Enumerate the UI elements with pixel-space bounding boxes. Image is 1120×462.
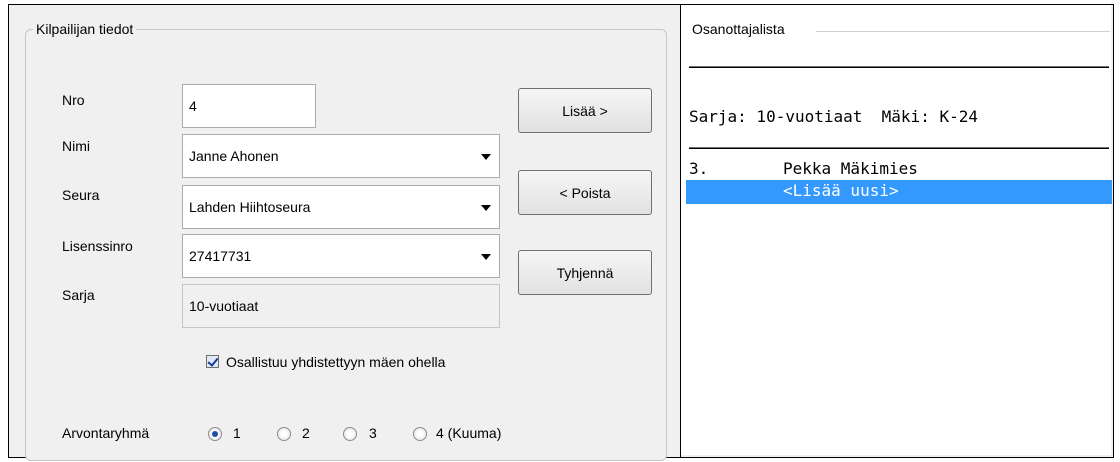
sarja-value: 10-vuotiaat: [189, 298, 259, 314]
radio-1-label[interactable]: 1: [233, 425, 241, 441]
chevron-down-icon[interactable]: [481, 154, 491, 160]
radio-2[interactable]: [277, 427, 291, 441]
title-rule: [816, 31, 1110, 32]
group-title: Kilpailijan tiedot: [33, 21, 137, 37]
radio-4[interactable]: [413, 427, 427, 441]
clear-button[interactable]: Tyhjennä: [518, 250, 652, 295]
seura-value: Lahden Hiihtoseura: [189, 199, 311, 215]
separator-top: [689, 66, 1109, 68]
nimi-value: Janne Ahonen: [189, 148, 279, 164]
lisenssinro-combobox[interactable]: 27417731: [182, 234, 500, 278]
chevron-down-icon[interactable]: [481, 205, 491, 211]
add-button[interactable]: Lisää >: [518, 88, 652, 133]
list-item-add-new[interactable]: [686, 180, 1112, 204]
nro-input[interactable]: 4: [182, 84, 316, 128]
seura-label: Seura: [62, 187, 100, 203]
radio-3-label[interactable]: 3: [369, 425, 377, 441]
nimi-combobox[interactable]: Janne Ahonen: [182, 134, 500, 178]
nro-label: Nro: [62, 92, 85, 108]
nimi-label: Nimi: [62, 138, 90, 154]
seura-combobox[interactable]: Lahden Hiihtoseura: [182, 185, 500, 229]
radio-4-label[interactable]: 4 (Kuuma): [436, 425, 501, 441]
radio-group-label: Arvontaryhmä: [62, 425, 150, 441]
radio-2-label[interactable]: 2: [302, 425, 310, 441]
list-item-num[interactable]: 3.: [689, 159, 708, 178]
list-item-name[interactable]: Pekka Mäkimies: [783, 159, 918, 178]
sarja-field: 10-vuotiaat: [182, 284, 500, 328]
combined-checkbox-label[interactable]: Osallistuu yhdistettyyn mäen ohella: [226, 354, 445, 370]
remove-button[interactable]: < Poista: [518, 170, 652, 215]
radio-1[interactable]: [208, 427, 222, 441]
sarja-label: Sarja: [62, 287, 95, 303]
participant-list-title: Osanottajalista: [690, 21, 787, 37]
separator-mid: [689, 147, 1109, 149]
list-header: Sarja: 10-vuotiaat Mäki: K-24: [689, 107, 978, 126]
radio-3[interactable]: [343, 427, 357, 441]
nro-value: 4: [189, 98, 197, 114]
participant-list-panel[interactable]: [681, 5, 1111, 455]
chevron-down-icon[interactable]: [481, 254, 491, 260]
combined-checkbox[interactable]: [206, 355, 219, 368]
lisenssinro-label: Lisenssinro: [62, 238, 133, 254]
add-new-label[interactable]: <Lisää uusi>: [783, 181, 899, 200]
lisenssinro-value: 27417731: [189, 248, 252, 264]
